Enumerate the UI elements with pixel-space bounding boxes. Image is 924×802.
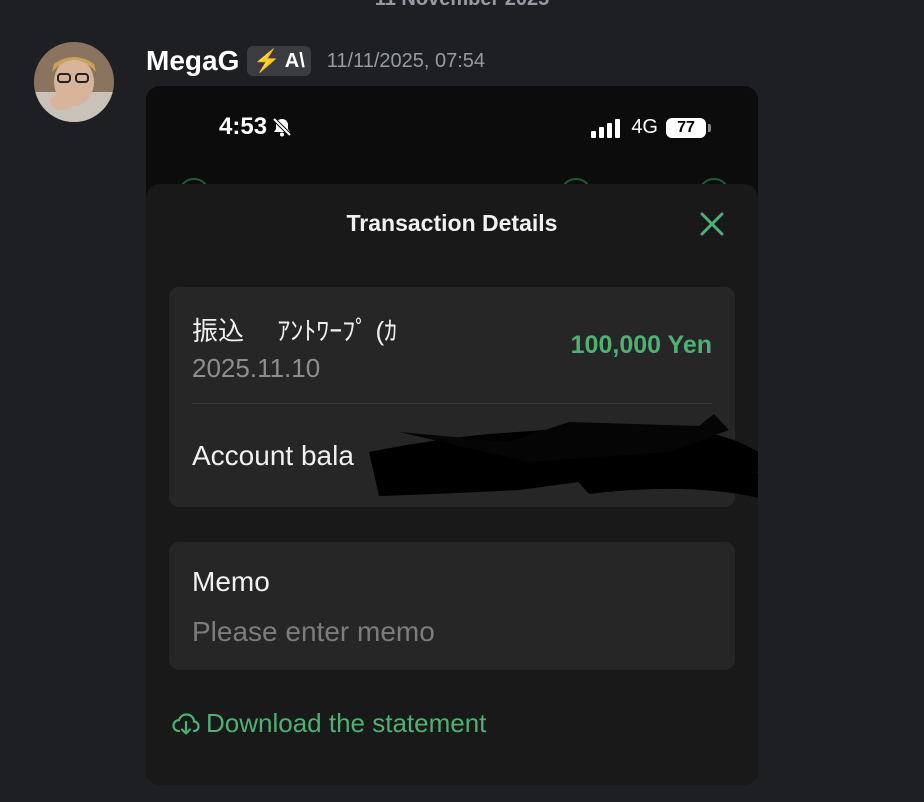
battery-icon: 77 [666, 117, 711, 138]
transaction-amount: 100,000 Yen [570, 331, 712, 359]
phone-time: 4:53 [219, 113, 293, 141]
account-balance-label: Account bala [192, 440, 354, 471]
download-statement-label: Download the statement [206, 708, 487, 738]
download-statement-link[interactable]: Download the statement [172, 708, 486, 739]
memo-card: Memo [169, 542, 735, 670]
cloud-download-icon [172, 712, 200, 735]
date-divider: 11 November 2025 [0, 0, 924, 11]
phone-status-bar: 4:53 4G 77 [146, 86, 758, 170]
avatar[interactable] [34, 42, 114, 122]
phone-time-text: 4:53 [219, 113, 268, 140]
user-tag-text: A\ [284, 49, 305, 72]
network-type: 4G [631, 116, 658, 138]
sheet-title: Transaction Details [346, 210, 558, 236]
transaction-name: 振込 ｱﾝﾄﾜｰﾌﾟ (ｶ [192, 316, 398, 346]
message-header: MegaG ⚡ A\ 11/11/2025, 07:54 [146, 44, 485, 78]
memo-label: Memo [192, 566, 270, 597]
close-icon [700, 212, 724, 236]
transaction-details-sheet: Transaction Details 振込 ｱﾝﾄﾜｰﾌﾟ (ｶ 2025.1… [146, 184, 758, 785]
battery-level: 77 [677, 118, 695, 136]
user-tag[interactable]: ⚡ A\ [247, 46, 311, 76]
transaction-card: 振込 ｱﾝﾄﾜｰﾌﾟ (ｶ 2025.11.10 100,000 Yen Acc… [169, 287, 758, 507]
redaction-scribble [369, 414, 758, 498]
bell-slash-icon [272, 117, 292, 137]
memo-input[interactable] [192, 614, 712, 650]
lightning-icon: ⚡ [253, 48, 281, 73]
avatar-image [34, 42, 114, 122]
signal-bars-icon [591, 118, 621, 138]
phone-status-right: 4G 77 [591, 116, 711, 139]
username[interactable]: MegaG [146, 45, 239, 77]
message-timestamp: 11/11/2025, 07:54 [326, 49, 486, 72]
attached-screenshot[interactable]: 4:53 4G 77 Transaction Details 振込 ｱﾝﾄﾜｰﾌ… [146, 86, 758, 785]
transaction-date: 2025.11.10 [192, 353, 321, 383]
close-button[interactable] [698, 210, 726, 238]
card-divider [192, 403, 712, 404]
